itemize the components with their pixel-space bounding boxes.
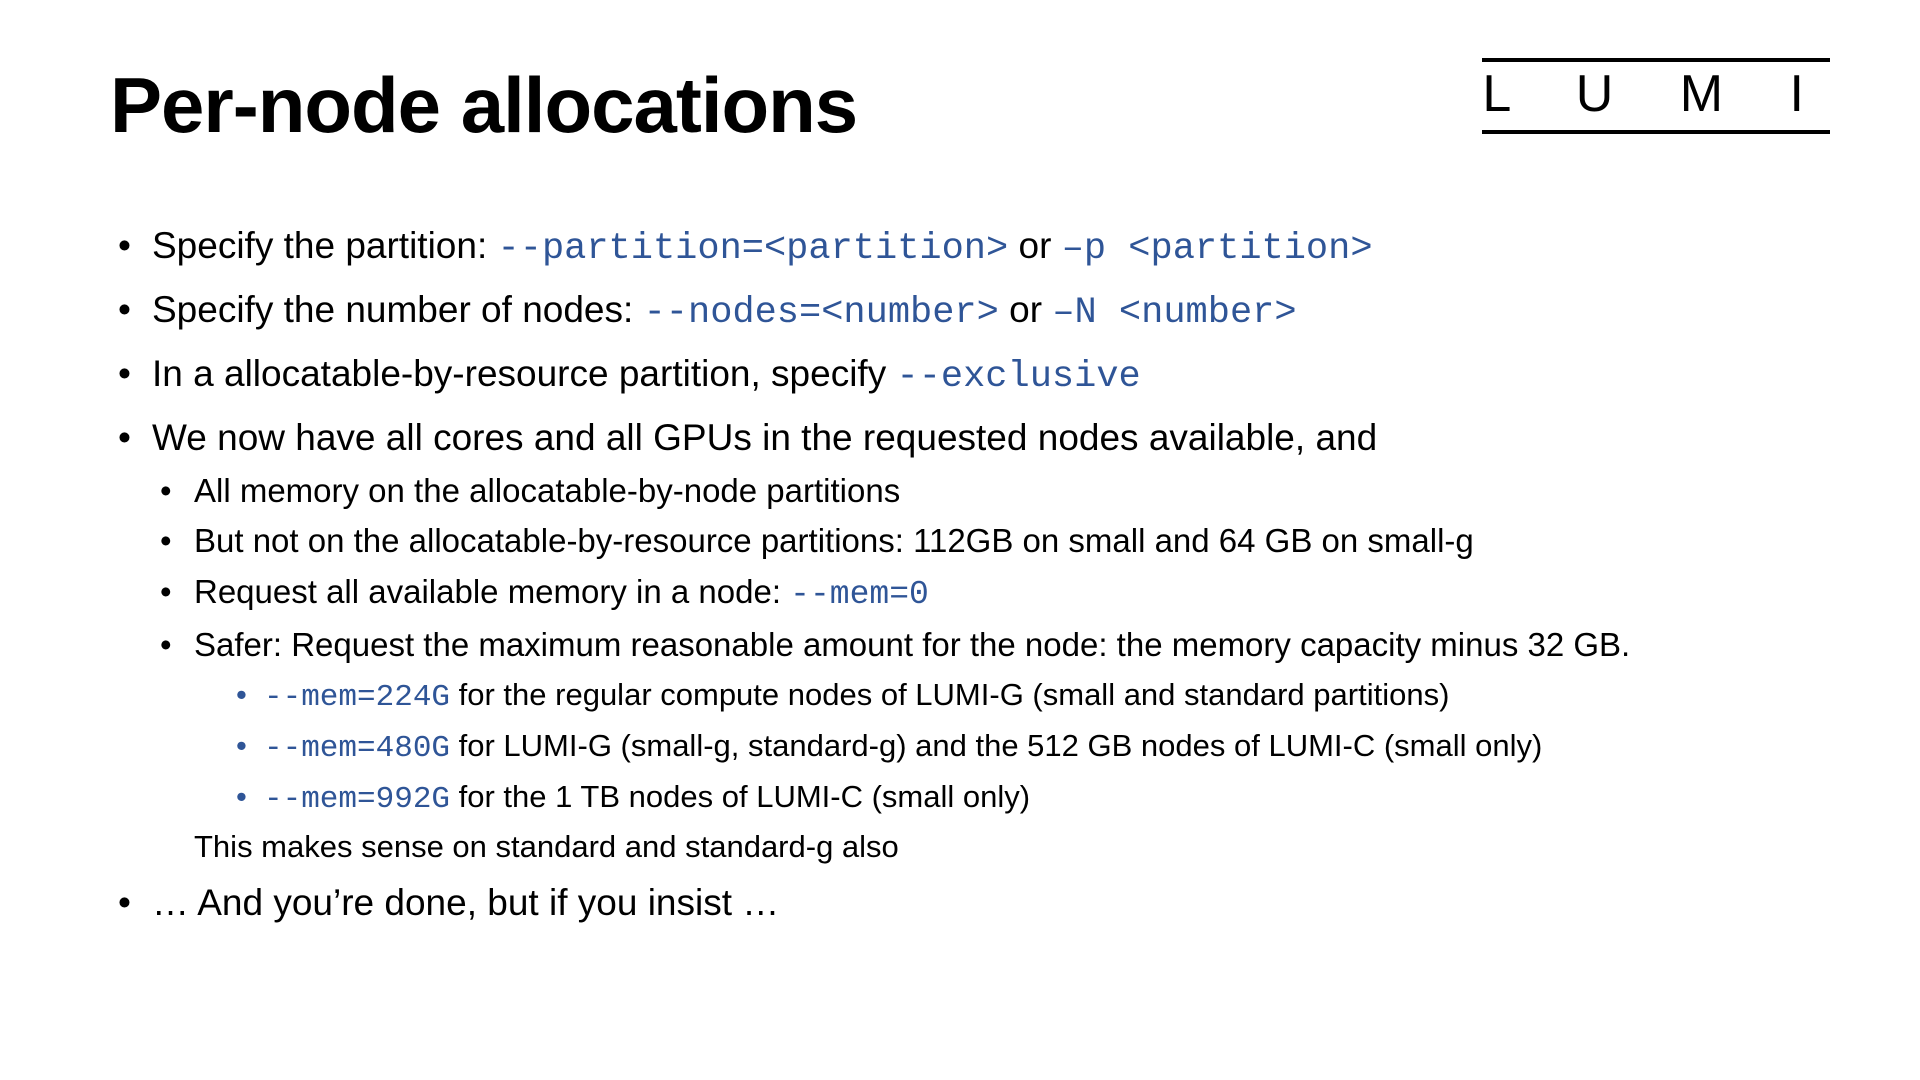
bullet-list: Specify the partition: --partition=<part… — [110, 221, 1810, 928]
code-mem-992g: --mem=992G — [264, 782, 450, 817]
code-exclusive: --exclusive — [896, 356, 1140, 398]
text: Specify the number of nodes: — [152, 289, 644, 330]
code-mem-0: --mem=0 — [790, 576, 929, 613]
text: Request all available memory in a node: — [194, 573, 790, 610]
code-partition-short: –p <partition> — [1062, 228, 1373, 270]
text: for the regular compute nodes of LUMI-G … — [450, 677, 1449, 712]
bullet-nodes: Specify the number of nodes: --nodes=<nu… — [110, 285, 1810, 339]
text: for the 1 TB nodes of LUMI-C (small only… — [450, 779, 1030, 814]
bullet-done: … And you’re done, but if you insist … — [110, 878, 1810, 928]
code-mem-224g: --mem=224G — [264, 680, 450, 715]
sub-all-memory: All memory on the allocatable-by-node pa… — [152, 469, 1810, 514]
sub2-992g: --mem=992G for the 1 TB nodes of LUMI-C … — [230, 776, 1810, 821]
text: We now have all cores and all GPUs in th… — [152, 417, 1377, 458]
bullet-exclusive: In a allocatable-by-resource partition, … — [110, 349, 1810, 403]
sub-safer: Safer: Request the maximum reasonable am… — [152, 623, 1810, 868]
bullet-partition: Specify the partition: --partition=<part… — [110, 221, 1810, 275]
text: Safer: Request the maximum reasonable am… — [194, 626, 1630, 663]
sub2-224g: --mem=224G for the regular compute nodes… — [230, 674, 1810, 719]
text: Specify the partition: — [152, 225, 498, 266]
slide: L U M I Per-node allocations Specify the… — [0, 0, 1920, 1080]
text: … And you’re done, but if you insist … — [152, 882, 779, 923]
sub-list: All memory on the allocatable-by-node pa… — [152, 469, 1810, 869]
text: or — [999, 289, 1052, 330]
code-nodes-short: –N <number> — [1052, 292, 1296, 334]
lumi-logo: L U M I — [1482, 58, 1830, 134]
text: In a allocatable-by-resource partition, … — [152, 353, 896, 394]
sub-safer-trail: This makes sense on standard and standar… — [194, 826, 1810, 868]
code-nodes-long: --nodes=<number> — [644, 292, 999, 334]
sub2-480g: --mem=480G for LUMI-G (small-g, standard… — [230, 725, 1810, 770]
sub2-list: --mem=224G for the regular compute nodes… — [194, 674, 1810, 821]
bullet-all-cores: We now have all cores and all GPUs in th… — [110, 413, 1810, 869]
text: for LUMI-G (small-g, standard-g) and the… — [450, 728, 1542, 763]
sub-request-all: Request all available memory in a node: … — [152, 570, 1810, 618]
text: But not on the allocatable-by-resource p… — [194, 522, 1474, 559]
code-partition-long: --partition=<partition> — [498, 228, 1009, 270]
code-mem-480g: --mem=480G — [264, 731, 450, 766]
sub-not-on: But not on the allocatable-by-resource p… — [152, 519, 1810, 564]
text: or — [1008, 225, 1061, 266]
text: All memory on the allocatable-by-node pa… — [194, 472, 900, 509]
